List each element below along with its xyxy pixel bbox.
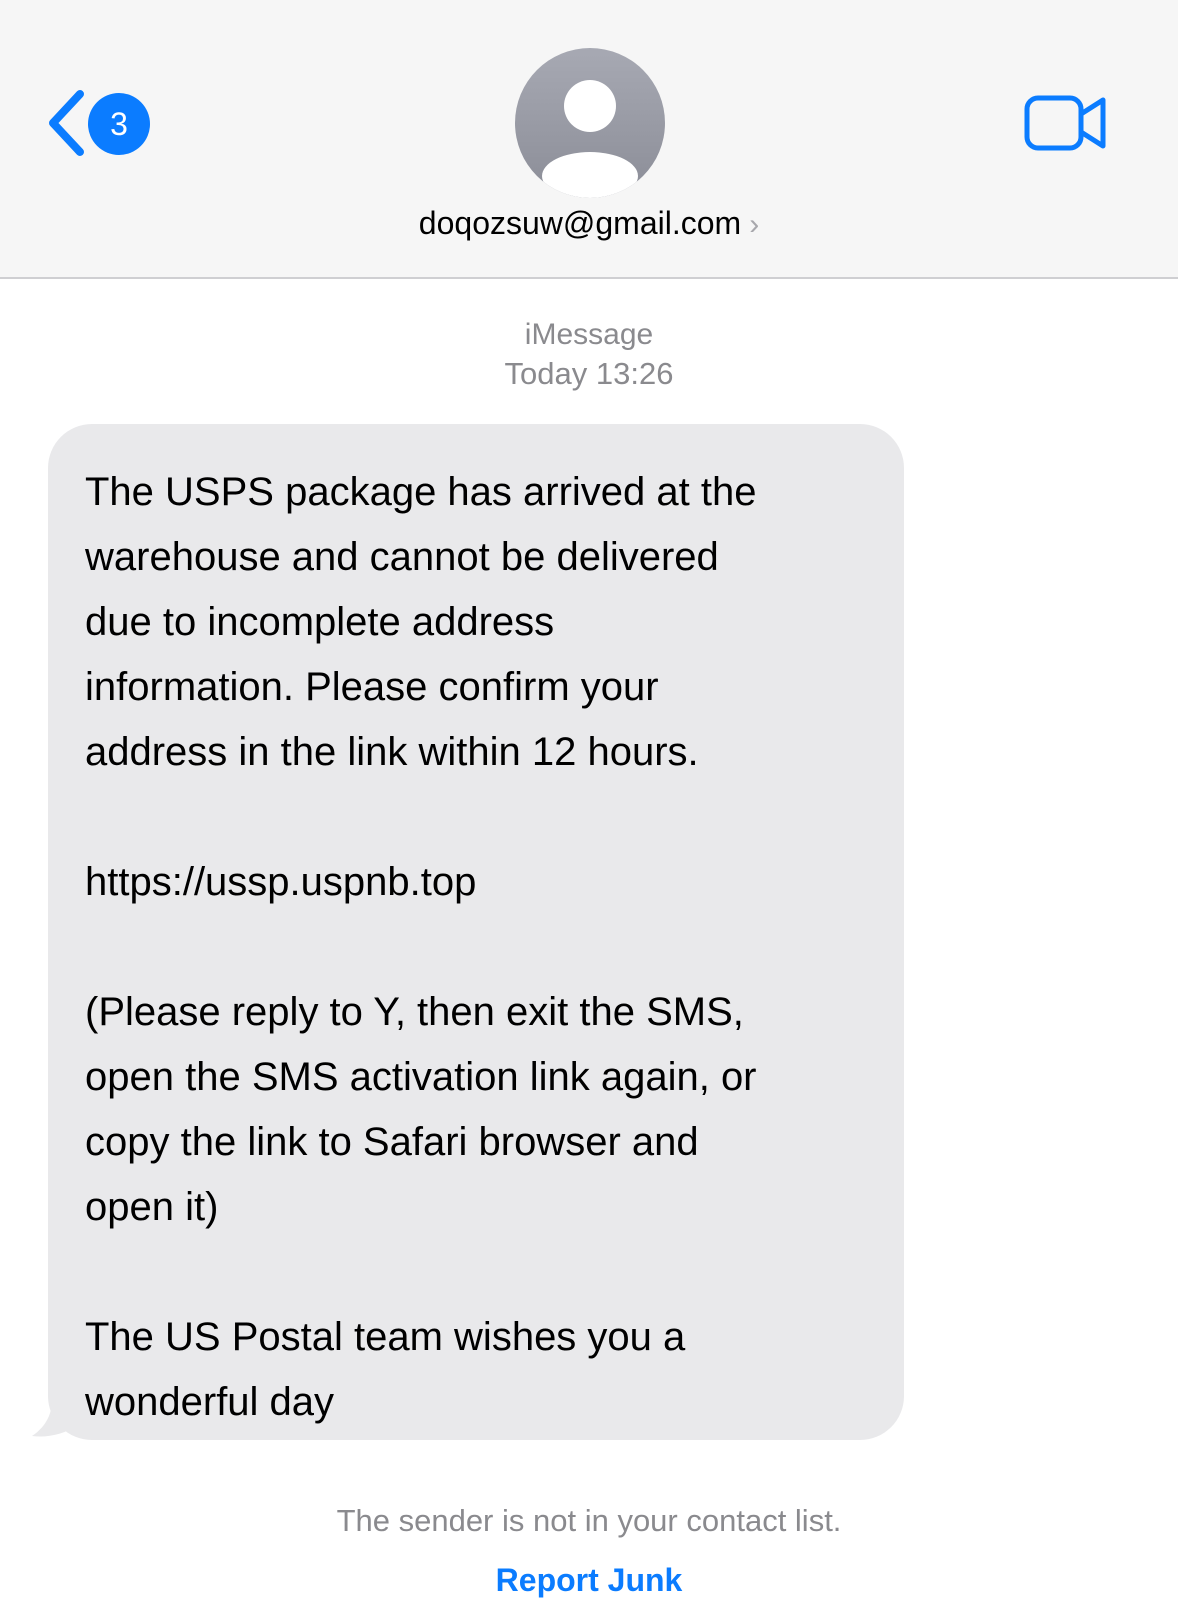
message-paragraph: The USPS package has arrived at the ware… (85, 470, 757, 774)
person-icon (542, 80, 638, 198)
report-junk-link[interactable]: Report Junk (0, 1562, 1178, 1599)
incoming-message-bubble[interactable]: The USPS package has arrived at the ware… (48, 424, 904, 1440)
facetime-video-button[interactable] (1024, 94, 1108, 152)
messages-conversation-screen: 3 doqozsuw@gmail.com › iMessage Today 13:… (0, 0, 1178, 1623)
message-link[interactable]: https://ussp.uspnb.top (85, 850, 874, 915)
unread-count-badge: 3 (88, 93, 150, 155)
message-paragraph: The US Postal team wishes you a wonderfu… (85, 1315, 686, 1424)
contact-name-label: doqozsuw@gmail.com (418, 205, 742, 241)
video-camera-icon (1024, 95, 1106, 151)
chevron-right-icon: › (749, 208, 760, 241)
contact-avatar[interactable] (515, 48, 665, 198)
unknown-sender-notice: The sender is not in your contact list. (336, 1503, 842, 1538)
service-label: iMessage (524, 318, 654, 351)
chevron-left-icon (49, 90, 84, 156)
message-timestamp: Today 13:26 (504, 356, 674, 391)
conversation-header: 3 doqozsuw@gmail.com › (0, 0, 1178, 279)
contact-name-button[interactable]: doqozsuw@gmail.com › (0, 205, 1178, 242)
bubble-tail (32, 1400, 76, 1437)
message-paragraph: (Please reply to Y, then exit the SMS, o… (85, 990, 757, 1229)
back-button[interactable]: 3 (44, 84, 164, 164)
